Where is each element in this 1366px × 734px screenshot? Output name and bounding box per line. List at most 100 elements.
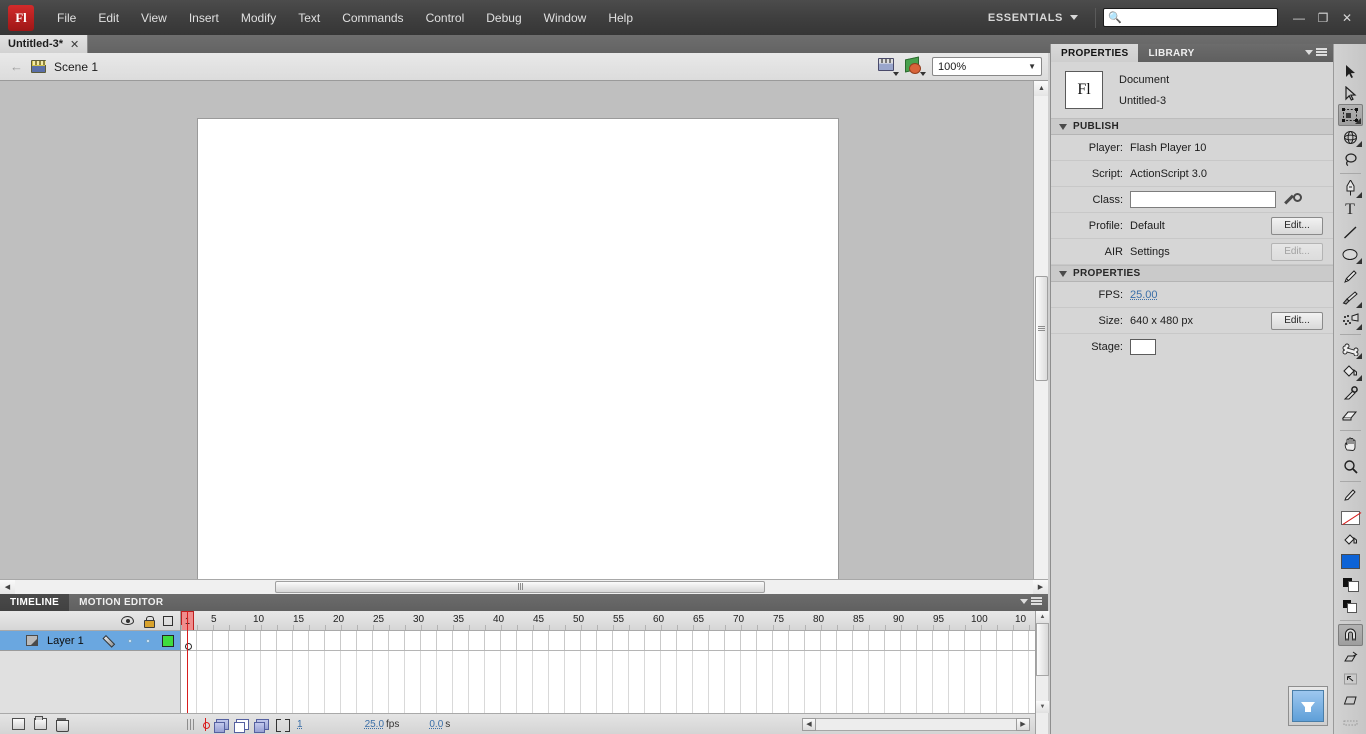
edit-size-button[interactable]: Edit... <box>1271 311 1323 330</box>
vertical-scroll-thumb[interactable] <box>1035 276 1048 381</box>
selection-tool[interactable] <box>1338 60 1363 82</box>
brush-tool[interactable] <box>1338 287 1363 309</box>
properties-panel-menu[interactable] <box>1305 48 1327 57</box>
modify-markers-icon[interactable] <box>276 718 290 732</box>
stage-color-swatch[interactable] <box>1130 339 1156 355</box>
scroll-right-arrow-icon[interactable]: ▶ <box>1016 717 1030 731</box>
scroll-up-arrow-icon[interactable]: ▲ <box>1036 611 1049 623</box>
current-frame-indicator[interactable]: 1 <box>297 719 303 730</box>
scene-name-label[interactable]: Scene 1 <box>54 60 98 74</box>
stroke-color-swatch[interactable] <box>1338 507 1363 529</box>
player-value[interactable]: Flash Player 10 <box>1130 142 1206 154</box>
back-arrow-icon[interactable]: ← <box>10 59 23 74</box>
subselection-tool[interactable] <box>1338 82 1363 104</box>
menu-commands[interactable]: Commands <box>331 0 414 35</box>
new-folder-icon[interactable] <box>34 716 47 730</box>
stage-horizontal-scrollbar[interactable]: ◀ ▶ <box>0 579 1048 594</box>
smooth-option[interactable] <box>1338 646 1363 668</box>
scroll-down-arrow-icon[interactable]: ▼ <box>1036 701 1049 713</box>
timeline-vertical-scrollbar[interactable]: ▲ ▼ <box>1035 611 1049 734</box>
menu-insert[interactable]: Insert <box>178 0 230 35</box>
eraser-tool[interactable] <box>1338 404 1363 426</box>
restore-button[interactable]: ❐ <box>1312 7 1334 29</box>
timeline-ruler[interactable]: 1 5 10 15 20 25 30 35 40 45 50 55 60 65 … <box>181 611 1035 631</box>
section-header-publish[interactable]: PUBLISH <box>1051 118 1333 135</box>
paint-bucket-tool[interactable] <box>1338 360 1363 382</box>
3d-rotation-tool[interactable] <box>1338 126 1363 148</box>
frames-row-layer-1[interactable] <box>181 631 1035 651</box>
edit-multiple-frames-icon[interactable] <box>254 718 269 733</box>
fps-value[interactable]: 25.00 <box>1130 289 1158 301</box>
onion-skin-icon[interactable] <box>214 718 229 733</box>
tab-motion-editor[interactable]: MOTION EDITOR <box>69 594 173 611</box>
eyedropper-tool[interactable] <box>1338 382 1363 404</box>
horizontal-scroll-track[interactable] <box>15 580 1033 595</box>
scroll-left-arrow-icon[interactable]: ◀ <box>0 579 15 594</box>
free-transform-tool[interactable] <box>1337 104 1363 127</box>
black-and-white-button[interactable] <box>1338 573 1363 595</box>
layer-visibility-toggle[interactable] <box>128 638 132 643</box>
lock-icon[interactable] <box>144 615 155 628</box>
lasso-tool[interactable] <box>1338 148 1363 170</box>
search-box[interactable]: 🔍 <box>1103 8 1278 27</box>
layer-name-label[interactable]: Layer 1 <box>47 635 105 647</box>
horizontal-scroll-thumb[interactable] <box>275 580 765 593</box>
layer-outline-color-chip[interactable] <box>162 634 174 647</box>
stage-work-area[interactable]: ▲ ▼ ◀ ▶ <box>0 81 1048 594</box>
tab-properties[interactable]: PROPERTIES <box>1051 44 1139 62</box>
swap-colors-button[interactable] <box>1338 595 1363 617</box>
oval-tool[interactable] <box>1338 243 1363 265</box>
edit-profile-button[interactable]: Edit... <box>1271 216 1323 235</box>
stage-vertical-scrollbar[interactable]: ▲ ▼ <box>1033 81 1048 594</box>
script-value[interactable]: ActionScript 3.0 <box>1130 168 1207 180</box>
workspace-switcher[interactable]: ESSENTIALS <box>978 8 1088 28</box>
spray-brush-tool[interactable] <box>1338 309 1363 331</box>
snap-to-objects-option[interactable] <box>1337 623 1363 646</box>
tab-library[interactable]: LIBRARY <box>1138 44 1204 62</box>
collapse-to-icons-button[interactable] <box>1288 686 1328 726</box>
stroke-color-tool[interactable] <box>1338 484 1363 506</box>
line-tool[interactable] <box>1338 221 1363 243</box>
scale-option[interactable] <box>1338 668 1363 690</box>
text-tool[interactable]: T <box>1338 199 1363 221</box>
timeline-horizontal-scrollbar[interactable]: ◀ ▶ <box>802 717 1035 731</box>
menu-window[interactable]: Window <box>533 0 598 35</box>
zoom-level-select[interactable]: 100% ▼ <box>932 57 1042 76</box>
stage-canvas[interactable] <box>198 119 838 594</box>
fill-color-swatch[interactable] <box>1338 551 1363 573</box>
menu-text[interactable]: Text <box>287 0 331 35</box>
minimize-button[interactable]: — <box>1288 7 1310 29</box>
hand-tool[interactable] <box>1338 433 1363 455</box>
menu-view[interactable]: View <box>130 0 178 35</box>
close-icon[interactable]: ✕ <box>70 38 79 51</box>
onion-skin-outlines-icon[interactable] <box>234 718 249 733</box>
delete-layer-icon[interactable] <box>56 718 69 732</box>
frame-rate-value[interactable]: 25.0 <box>365 719 384 730</box>
new-layer-icon[interactable] <box>12 718 25 730</box>
timeline-scroll-track[interactable] <box>816 717 1016 731</box>
outline-square-icon[interactable] <box>163 615 173 626</box>
scroll-up-arrow-icon[interactable]: ▲ <box>1034 81 1048 96</box>
layer-row-layer-1[interactable]: Layer 1 <box>0 631 180 651</box>
pencil-tool[interactable] <box>1338 265 1363 287</box>
frames-grid[interactable] <box>181 631 1035 713</box>
fill-color-tool[interactable] <box>1338 529 1363 551</box>
edit-symbols-button[interactable] <box>905 58 926 76</box>
distort-option[interactable] <box>1338 690 1363 712</box>
edit-scene-button[interactable] <box>878 57 899 76</box>
menu-edit[interactable]: Edit <box>87 0 130 35</box>
class-input[interactable] <box>1130 191 1276 208</box>
menu-control[interactable]: Control <box>415 0 476 35</box>
scroll-left-arrow-icon[interactable]: ◀ <box>802 717 816 731</box>
bone-tool[interactable] <box>1338 338 1363 360</box>
close-button[interactable]: ✕ <box>1336 7 1358 29</box>
menu-file[interactable]: File <box>46 0 87 35</box>
center-frame-icon[interactable] <box>202 717 210 731</box>
scroll-right-arrow-icon[interactable]: ▶ <box>1033 579 1048 594</box>
fill-color-chip[interactable] <box>1340 554 1360 570</box>
stroke-color-chip[interactable] <box>1340 510 1360 525</box>
timeline-scroll-thumb[interactable] <box>1036 623 1049 676</box>
menu-debug[interactable]: Debug <box>475 0 532 35</box>
tab-timeline[interactable]: TIMELINE <box>0 594 70 611</box>
timeline-panel-menu[interactable] <box>1020 597 1042 606</box>
